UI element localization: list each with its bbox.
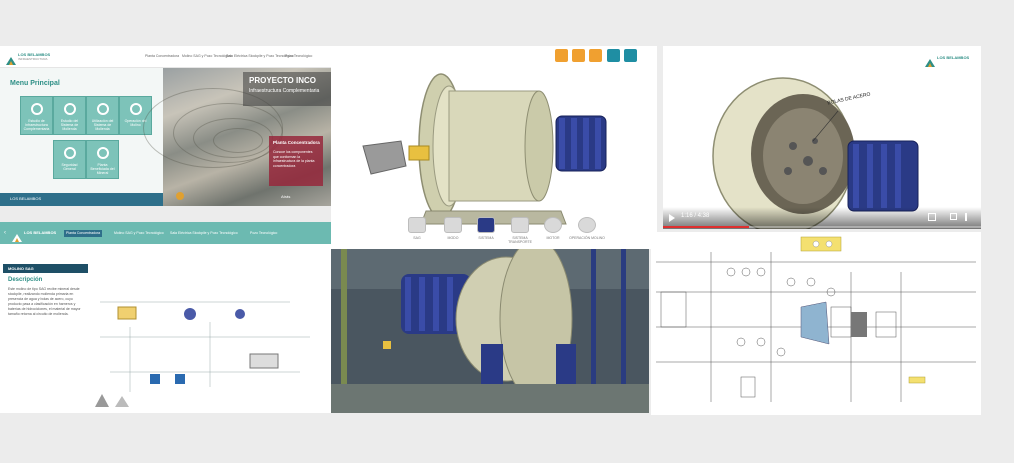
description-title: Descripción	[8, 277, 43, 283]
play-icon[interactable]	[669, 214, 675, 222]
video-time: 1:16 / 4:38	[681, 213, 710, 219]
tile-label: Utilización del Sistema de Molienda	[91, 119, 114, 131]
view-motor-label: MOTOR	[546, 236, 560, 240]
video-progress-fill	[663, 226, 749, 228]
tile-label: Planta Beneficiada del Mineral	[90, 163, 115, 175]
view-motor-icon[interactable]	[544, 217, 562, 233]
view-mode-label: MODO	[447, 236, 459, 240]
view-operation-icon[interactable]	[578, 217, 596, 233]
nav-tab-2[interactable]: Molino SAG y Pozo Tecnológico	[112, 230, 166, 237]
section-title: MOLINO SAG	[8, 266, 34, 271]
page-nav: ‹ LOS BELAMBOS Planta Concentradora Moli…	[0, 222, 331, 244]
callout-text: Conoce los componentes que conforman la …	[273, 150, 315, 168]
nav-tab-3[interactable]: Sala Eléctrica Stockpile y Pozo Tecnológ…	[168, 230, 240, 237]
nav-back-icon[interactable]: ‹	[4, 230, 6, 236]
prev-arrow-icon[interactable]	[176, 192, 184, 200]
description-text: Este molino de tipo SAG recibe mineral d…	[8, 287, 81, 316]
pid-drawing	[651, 232, 981, 415]
piping-instrumentation-diagram	[651, 232, 981, 415]
back-button[interactable]: Atrás	[281, 194, 290, 199]
tile-2[interactable]: Estudio del Sistema de Molienda	[53, 96, 86, 135]
view-sag-icon[interactable]	[408, 217, 426, 233]
nav-brand: LOS BELAMBOS	[24, 230, 57, 235]
nav-tab-4[interactable]: Pozo Tecnológico	[248, 230, 279, 237]
site-header: LOS BELAMBOS INFRAESTRUCTURA Planta Conc…	[0, 46, 331, 68]
tile-1[interactable]: Estudio de Infraestructura Complementari…	[20, 96, 53, 135]
menu-heading: Menu Principal	[10, 80, 60, 87]
top-link-1[interactable]: Planta Concentradora	[145, 54, 179, 58]
tile-label: Seguridad General	[61, 163, 78, 171]
menu-zone: Menu Principal Estudio de Infraestructur…	[0, 68, 163, 206]
project-subtitle: Infraestructura Complementaria	[249, 88, 320, 94]
footer-brand: LOS BELAMBOS	[10, 196, 42, 201]
plant-3d-render	[331, 249, 649, 413]
view-system-icon[interactable]	[477, 217, 495, 233]
view-transport-icon[interactable]	[511, 217, 529, 233]
nav-tab-1[interactable]: Planta Concentradora	[64, 230, 103, 237]
top-link-3[interactable]: Sala Eléctrica Stockpile y Pozo Tecnológ…	[226, 54, 294, 58]
brand-sub: INFRAESTRUCTURA	[18, 57, 48, 61]
view-transport-label: SISTEMA TRANSPORTE	[508, 236, 532, 244]
brand-logo-icon	[6, 52, 16, 65]
video-controls: 1:16 / 4:38	[663, 207, 981, 229]
process-flow-diagram	[92, 282, 328, 412]
video-player: LOS BELAMBOS BOLAS DE ACERO 1:16 / 4:38	[663, 46, 981, 229]
fullscreen-video-icon[interactable]	[950, 213, 957, 220]
tile-3[interactable]: Utilización del Sistema de Molienda	[86, 96, 119, 135]
nav-logo-icon	[12, 229, 22, 242]
tile-6[interactable]: Planta Beneficiada del Mineral	[86, 140, 119, 179]
mine-pit-hero-image: PROYECTO INCO Infraestructura Complement…	[143, 68, 331, 206]
tile-label: Estudio del Sistema de Molienda	[60, 119, 79, 131]
menu-page-screenshot: LOS BELAMBOS INFRAESTRUCTURA Planta Conc…	[0, 46, 331, 206]
equipment-3d-viewer: SAG MODO SISTEMA SISTEMA TRANSPORTE MOTO…	[331, 46, 657, 249]
volume-icon[interactable]	[928, 213, 936, 221]
plant-render-image	[331, 249, 649, 413]
tile-5[interactable]: Seguridad General	[53, 140, 86, 179]
callout-title: Planta Concentradora	[273, 140, 320, 145]
mill-description-page: ‹ LOS BELAMBOS Planta Concentradora Moli…	[0, 222, 331, 413]
more-options-icon[interactable]	[965, 213, 967, 221]
top-link-2[interactable]: Molino SAG y Pozo Tecnológico	[182, 54, 232, 58]
top-link-4[interactable]: Pozo Tecnológico	[285, 54, 312, 58]
view-operation-label: OPERACIÓN MOLINO	[569, 236, 605, 240]
project-title: PROYECTO INCO	[249, 76, 316, 85]
view-sag-label: SAG	[413, 236, 421, 240]
view-mode-icon[interactable]	[444, 217, 462, 233]
view-system-label: SISTEMA	[478, 236, 494, 240]
mill-cutaway-frame	[712, 77, 919, 229]
tile-label: Estudio de Infraestructura Complementari…	[23, 119, 50, 131]
